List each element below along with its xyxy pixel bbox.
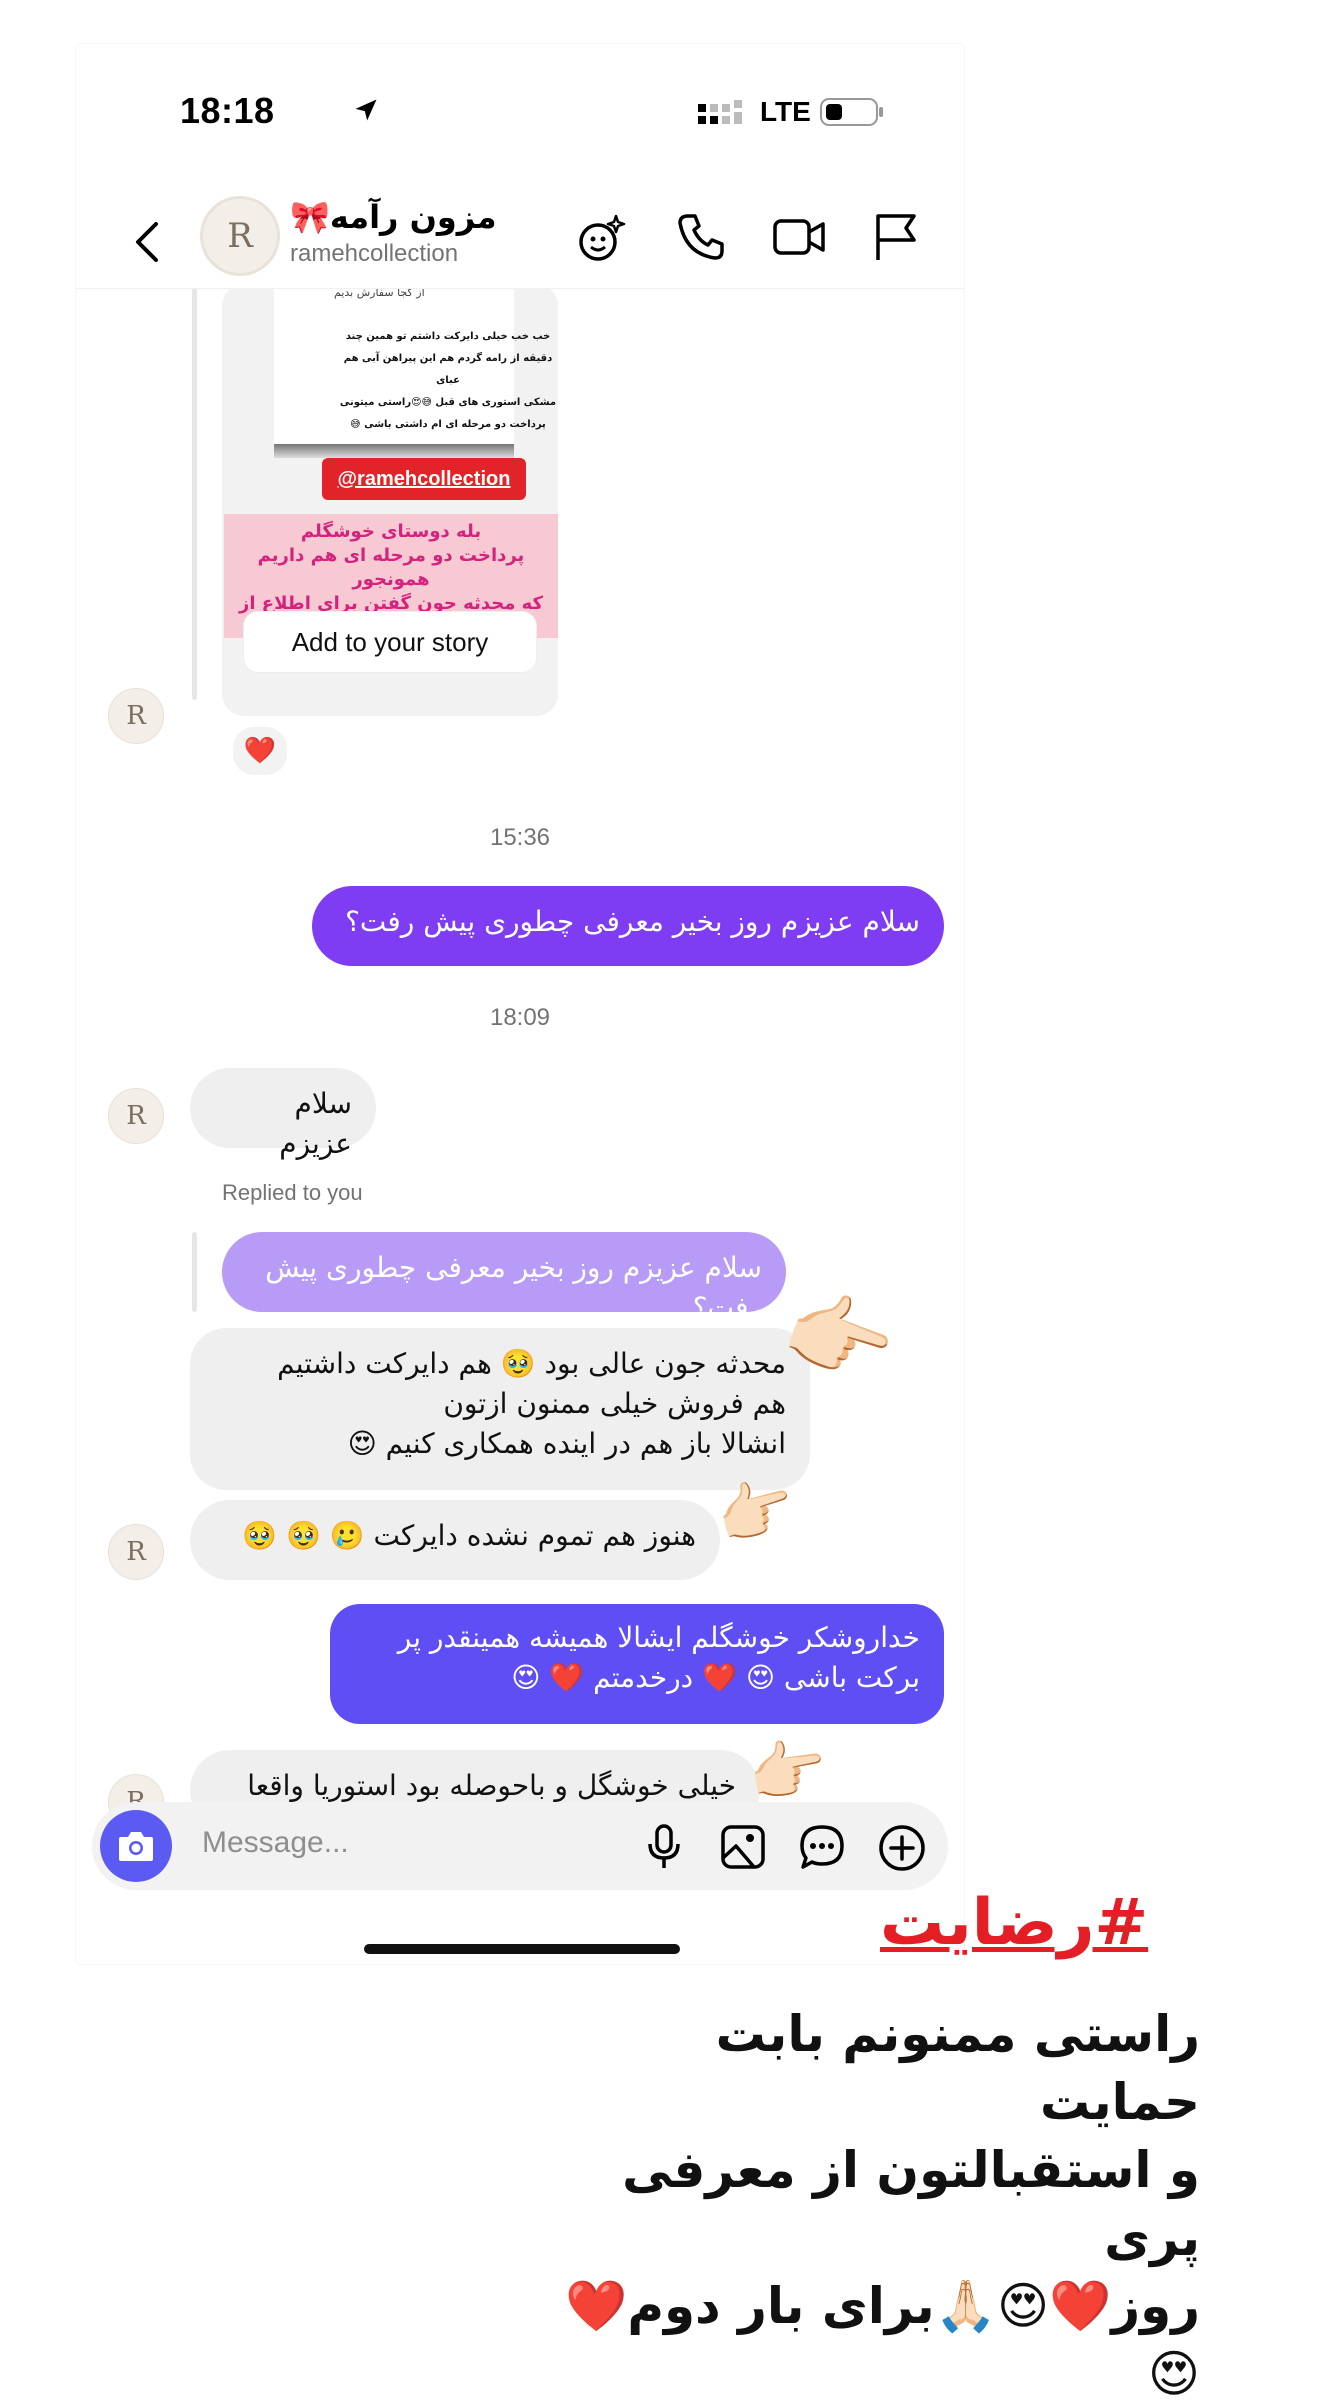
status-bar: 18:18 LTE xyxy=(76,44,964,184)
heart-reaction[interactable]: ❤️ xyxy=(230,724,290,778)
effects-icon[interactable] xyxy=(576,212,628,264)
sticker-icon[interactable] xyxy=(798,1824,846,1870)
timestamp: 15:36 xyxy=(489,824,551,851)
camera-button[interactable] xyxy=(100,1810,172,1882)
video-icon[interactable] xyxy=(772,212,826,262)
story-text: خب خب خیلی دایرکت داشتم تو همین چند دقیق… xyxy=(339,331,557,430)
location-arrow-icon xyxy=(355,99,377,121)
flag-icon[interactable] xyxy=(872,212,918,262)
story-question: از کجا سفارش بدیم xyxy=(334,288,425,299)
caption-overlay: راستی ممنونم بابت حمایت و استقبالتون از … xyxy=(565,2005,1200,2403)
replied-label: Replied to you xyxy=(222,1180,363,1205)
gallery-icon[interactable] xyxy=(720,1824,766,1870)
phone-icon[interactable] xyxy=(676,212,726,262)
microphone-icon[interactable] xyxy=(644,1824,684,1870)
avatar[interactable]: R xyxy=(200,196,280,276)
status-time: 18:18 xyxy=(180,90,275,131)
story-preview: از کجا سفارش بدیم خب خب خیلی دایرکت داشت… xyxy=(274,288,556,450)
message-input[interactable]: Message... xyxy=(202,1826,349,1860)
battery-icon xyxy=(820,98,883,126)
phone-screen: 18:18 LTE R مزون رآمه🎀 ramehcollection ا… xyxy=(76,44,964,1964)
outgoing-message[interactable]: سلام عزیزم روز بخیر معرفی چطوری پیش رفت؟ xyxy=(312,886,944,966)
contact-name[interactable]: مزون رآمه🎀 xyxy=(290,198,497,236)
incoming-message[interactable]: هنوز هم تموم نشده دایرکت 🥲 🥹 🥹 xyxy=(190,1500,720,1580)
incoming-message[interactable]: سلام عزیزم xyxy=(190,1068,376,1160)
chat-thread: از کجا سفارش بدیم خب خب خیلی دایرکت داشت… xyxy=(76,288,964,1828)
camera-icon xyxy=(119,1832,153,1861)
outgoing-message[interactable]: خداروشکر خوشگلم ایشالا همیشه همینقدر پر … xyxy=(330,1604,944,1724)
contact-username[interactable]: ramehcollection xyxy=(290,240,458,268)
avatar[interactable]: R xyxy=(108,1088,164,1144)
signal-icon xyxy=(698,100,742,124)
avatar[interactable]: R xyxy=(108,688,164,744)
reply-indicator xyxy=(192,1232,197,1312)
home-indicator xyxy=(364,1944,680,1954)
quoted-message[interactable]: سلام عزیزم روز بخیر معرفی چطوری پیش رفت؟ xyxy=(222,1232,786,1324)
avatar[interactable]: R xyxy=(108,1524,164,1580)
timestamp: 18:09 xyxy=(489,1004,551,1031)
story-reply-card[interactable]: از کجا سفارش بدیم خب خب خیلی دایرکت داشت… xyxy=(222,288,558,716)
back-chevron-icon[interactable] xyxy=(130,220,164,264)
chat-header: R مزون رآمه🎀 ramehcollection xyxy=(76,184,964,289)
add-to-story-button[interactable]: Add to your story xyxy=(244,612,536,672)
incoming-message[interactable]: محدثه جون عالی بود 🥹 هم دایرکت داشتیم هم… xyxy=(190,1328,810,1490)
story-divider xyxy=(274,444,514,458)
network-label: LTE xyxy=(760,96,811,127)
plus-icon[interactable] xyxy=(878,1824,926,1872)
story-mention-tag[interactable]: @ramehcollection xyxy=(322,458,526,500)
message-composer: Message... xyxy=(92,1802,948,1890)
reply-indicator xyxy=(192,288,197,700)
hashtag-overlay: #رضایت xyxy=(880,1886,1149,1960)
